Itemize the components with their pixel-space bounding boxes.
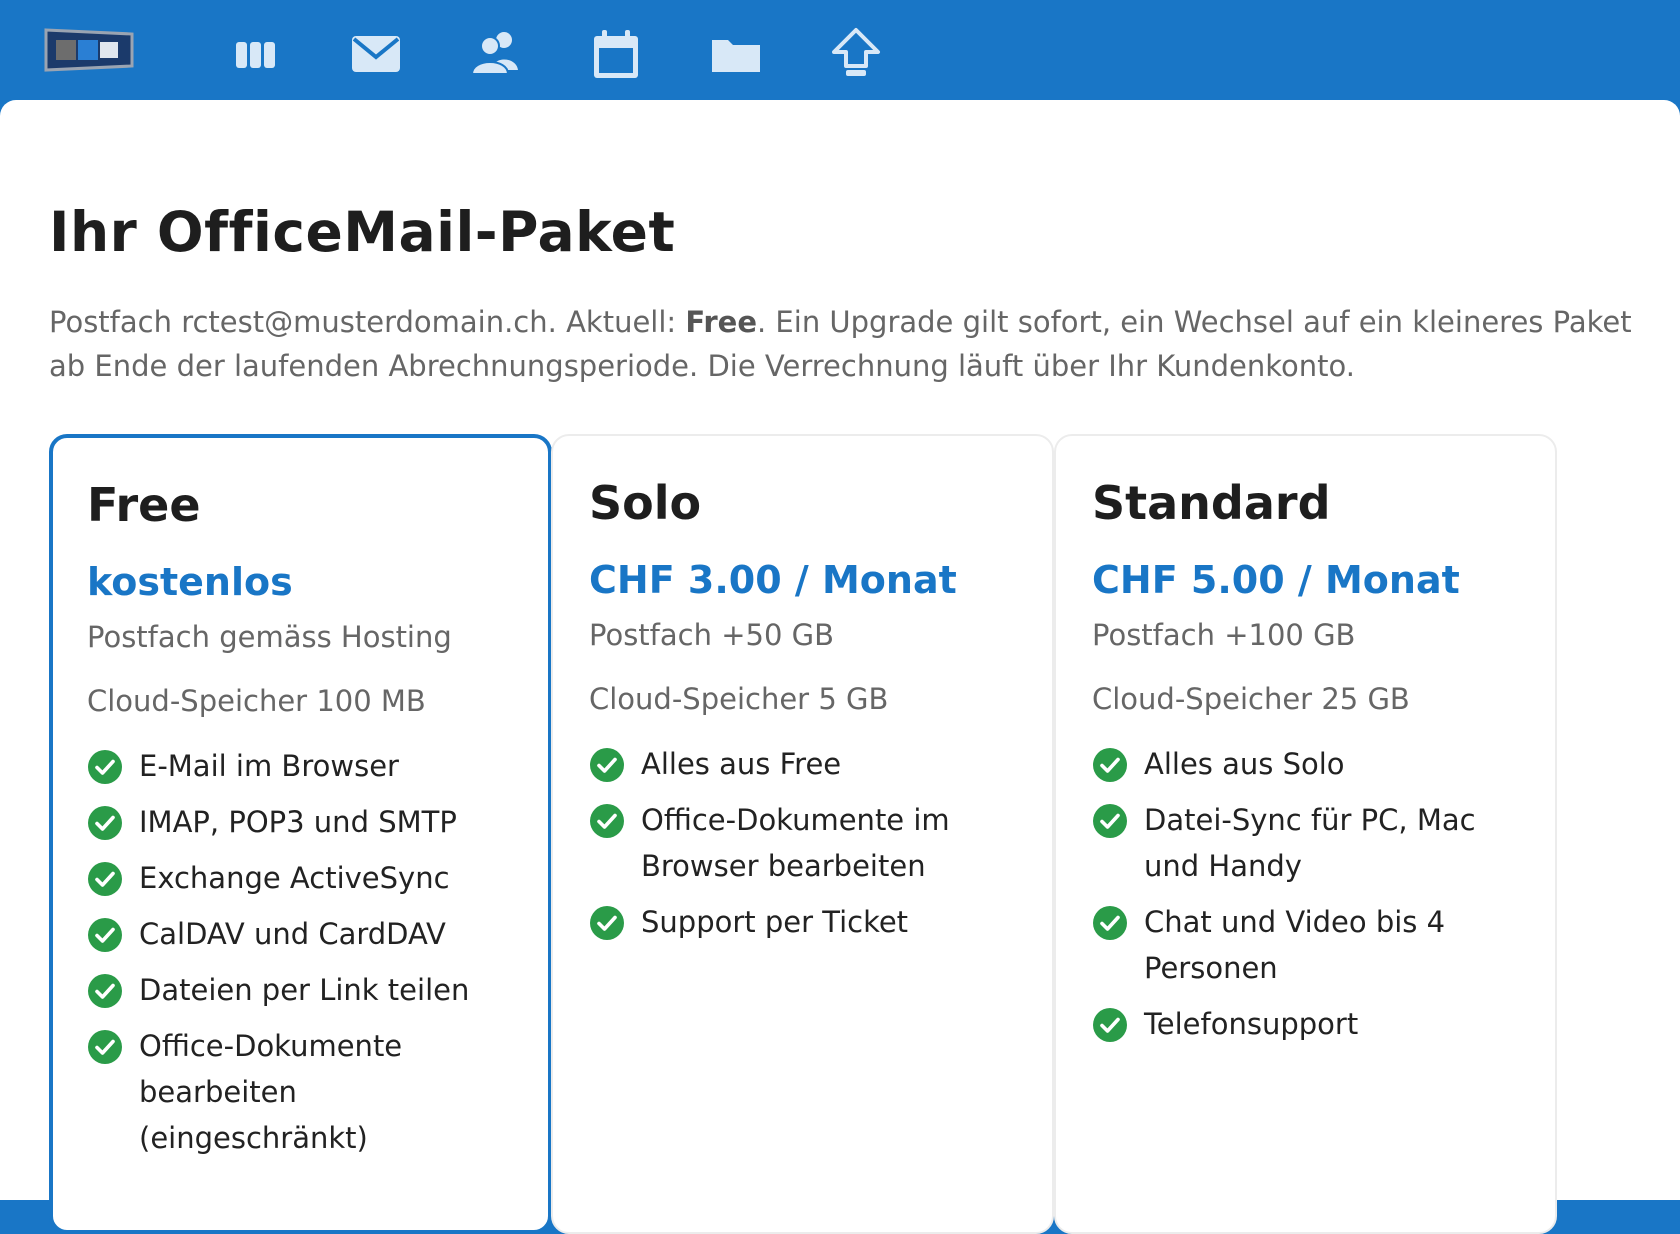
feature-label: Office-Dokumente im Browser bearbeiten (641, 803, 950, 883)
plan-card-standard[interactable]: Standard CHF 5.00 / Monat Postfach +100 … (1054, 434, 1557, 1234)
feature-item: Support per Ticket (589, 899, 1029, 945)
main-content: Ihr OfficeMail-Paket Postfach rctest@mus… (0, 100, 1680, 1234)
feature-label: Support per Ticket (641, 905, 909, 939)
feature-item: CalDAV und CardDAV (87, 911, 527, 957)
plan-price: CHF 5.00 / Monat (1092, 558, 1460, 602)
feature-label: Exchange ActiveSync (139, 861, 450, 895)
plan-card-solo[interactable]: Solo CHF 3.00 / Monat Postfach +50 GB Cl… (551, 434, 1054, 1234)
plan-mailbox-size: Postfach gemäss Hosting (87, 620, 452, 654)
feature-item: IMAP, POP3 und SMTP (87, 799, 527, 845)
check-icon (1093, 804, 1127, 838)
check-icon (88, 1030, 122, 1064)
plan-name: Free (87, 478, 201, 532)
app-logo[interactable] (44, 26, 134, 74)
plan-cloud-storage: Cloud-Speicher 5 GB (589, 682, 889, 716)
check-icon (88, 974, 122, 1008)
check-icon (1093, 906, 1127, 940)
plan-mailbox-size: Postfach +50 GB (589, 618, 834, 652)
check-icon (590, 906, 624, 940)
feature-label: Chat und Video bis 4 Personen (1144, 905, 1446, 985)
intro-prefix: Postfach rctest@musterdomain.ch. Aktuell… (49, 305, 686, 339)
feature-label: Datei-Sync für PC, Mac und Handy (1144, 803, 1476, 883)
feature-item: Alles aus Free (589, 741, 1029, 787)
feature-label: IMAP, POP3 und SMTP (139, 805, 457, 839)
current-plan-label: Free (685, 305, 757, 339)
apps-icon[interactable] (224, 22, 288, 86)
check-icon (88, 750, 122, 784)
plan-cloud-storage: Cloud-Speicher 100 MB (87, 684, 426, 718)
feature-list: Alles aus Solo Datei-Sync für PC, Mac un… (1092, 741, 1532, 1057)
feature-label: Office-Dokumente bearbeiten (eingeschrän… (139, 1029, 403, 1155)
feature-list: E-Mail im Browser IMAP, POP3 und SMTP Ex… (87, 743, 527, 1171)
feature-list: Alles aus Free Office-Dokumente im Brows… (589, 741, 1029, 955)
feature-item: Office-Dokumente im Browser bearbeiten (589, 797, 1029, 889)
check-icon (590, 804, 624, 838)
feature-item: Dateien per Link teilen (87, 967, 527, 1013)
feature-item: Exchange ActiveSync (87, 855, 527, 901)
feature-label: CalDAV und CardDAV (139, 917, 446, 951)
calendar-icon[interactable] (584, 22, 648, 86)
check-icon (88, 918, 122, 952)
upgrade-icon[interactable] (824, 22, 888, 86)
plan-cloud-storage: Cloud-Speicher 25 GB (1092, 682, 1410, 716)
plan-name: Solo (589, 476, 702, 530)
page-title: Ihr OfficeMail-Paket (49, 200, 676, 264)
check-icon (1093, 1008, 1127, 1042)
check-icon (1093, 748, 1127, 782)
contacts-icon[interactable] (464, 22, 528, 86)
plan-name: Standard (1092, 476, 1331, 530)
feature-label: Alles aus Free (641, 747, 842, 781)
feature-item: Office-Dokumente bearbeiten (eingeschrän… (87, 1023, 527, 1161)
feature-item: Chat und Video bis 4 Personen (1092, 899, 1532, 991)
mail-icon[interactable] (344, 22, 408, 86)
plan-card-free[interactable]: Free kostenlos Postfach gemäss Hosting C… (49, 434, 552, 1234)
feature-item: E-Mail im Browser (87, 743, 527, 789)
check-icon (88, 806, 122, 840)
plan-price: CHF 3.00 / Monat (589, 558, 957, 602)
plan-price: kostenlos (87, 560, 293, 604)
feature-label: Telefonsupport (1144, 1007, 1359, 1041)
feature-item: Telefonsupport (1092, 1001, 1532, 1047)
feature-label: E-Mail im Browser (139, 749, 399, 783)
intro-text: Postfach rctest@musterdomain.ch. Aktuell… (49, 300, 1639, 388)
feature-item: Datei-Sync für PC, Mac und Handy (1092, 797, 1532, 889)
feature-label: Dateien per Link teilen (139, 973, 470, 1007)
feature-item: Alles aus Solo (1092, 741, 1532, 787)
feature-label: Alles aus Solo (1144, 747, 1345, 781)
top-navigation-bar (0, 0, 1680, 100)
check-icon (88, 862, 122, 896)
folder-icon[interactable] (704, 22, 768, 86)
plan-mailbox-size: Postfach +100 GB (1092, 618, 1356, 652)
check-icon (590, 748, 624, 782)
